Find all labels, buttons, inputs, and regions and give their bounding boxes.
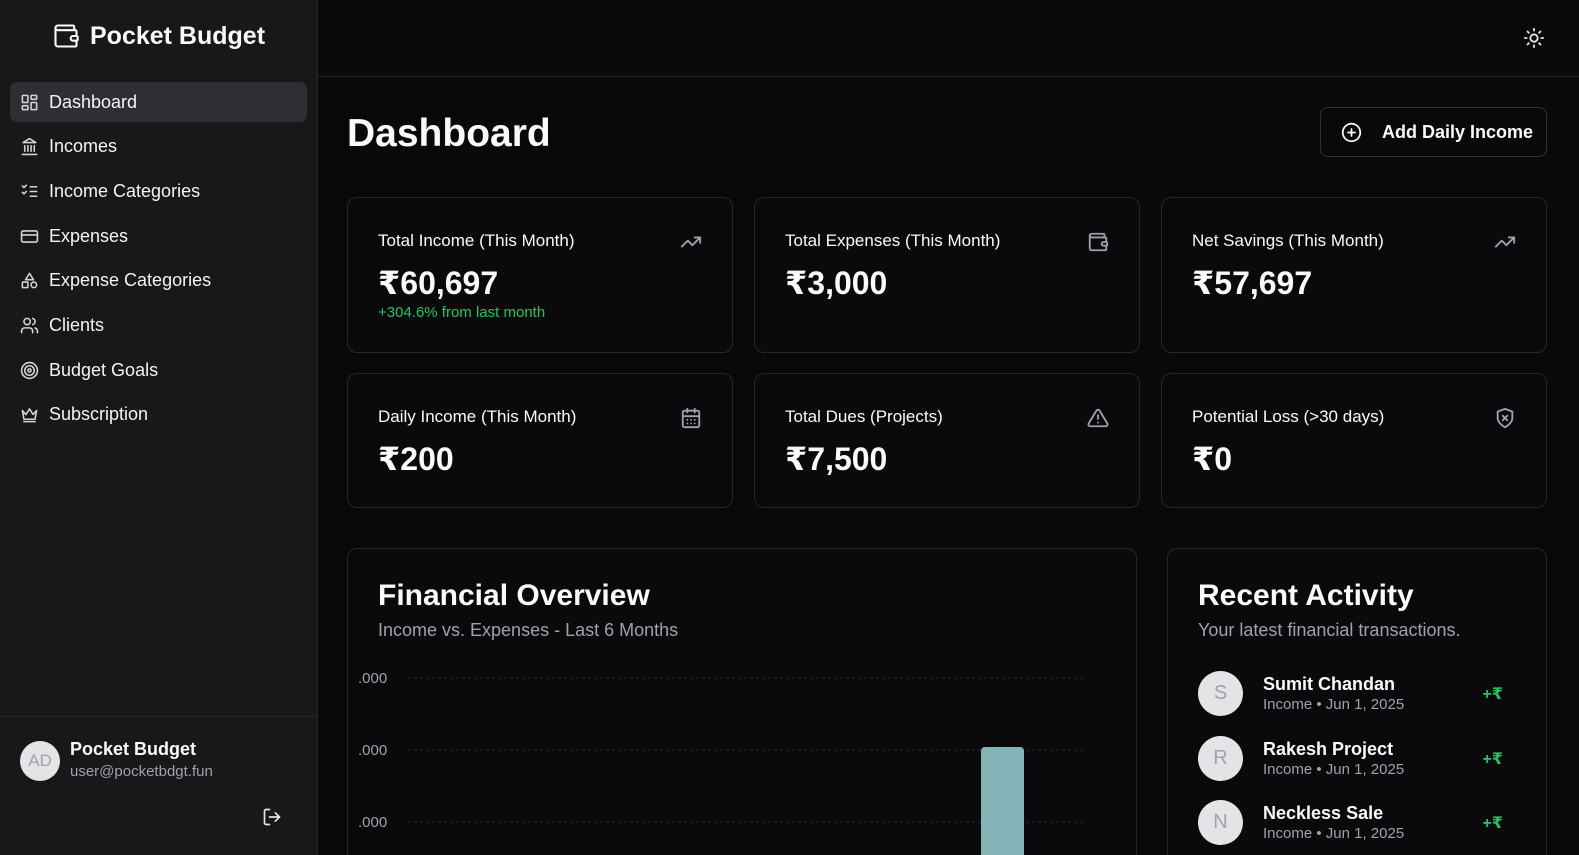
list-item[interactable]: R Rakesh Project Income • Jun 1, 2025 +₹ — [1198, 736, 1508, 786]
list-item[interactable]: S Sumit Chandan Income • Jun 1, 2025 +₹ — [1198, 671, 1508, 721]
chart-tick-label: .000 — [358, 670, 387, 687]
alert-triangle-icon — [1087, 407, 1109, 429]
crown-icon — [20, 405, 39, 424]
activity-meta: Income • Jun 1, 2025 — [1263, 696, 1405, 713]
stat-card-total-income: Total Income (This Month) ₹60,697 +304.6… — [347, 197, 733, 353]
logout-icon[interactable] — [262, 807, 282, 827]
sidebar-item-clients[interactable]: Clients — [10, 305, 307, 345]
avatar: S — [1198, 671, 1243, 716]
avatar: N — [1198, 800, 1243, 845]
recent-subtitle: Your latest financial transactions. — [1198, 620, 1461, 640]
trending-up-icon — [680, 231, 702, 253]
sidebar-item-subscription[interactable]: Subscription — [10, 395, 307, 435]
activity-amount: +₹ — [1482, 751, 1503, 768]
sidebar-item-label: Expenses — [49, 225, 129, 246]
users-icon — [20, 316, 39, 335]
avatar[interactable]: AD — [20, 741, 60, 781]
add-button-label: Add Daily Income — [1382, 121, 1534, 142]
add-daily-income-button[interactable]: Add Daily Income — [1320, 107, 1547, 157]
financial-overview-panel: Financial Overview Income vs. Expenses -… — [347, 548, 1137, 855]
stat-label: Net Savings (This Month) — [1192, 231, 1384, 250]
plus-circle-icon — [1341, 122, 1362, 143]
sidebar-item-expenses[interactable]: Expenses — [10, 216, 307, 256]
stat-change: +304.6% from last month — [378, 304, 546, 321]
stat-value: ₹3,000 — [785, 265, 888, 301]
page-title: Dashboard — [347, 112, 551, 155]
activity-name: Neckless Sale — [1263, 803, 1384, 823]
sidebar-item-dashboard[interactable]: Dashboard — [10, 82, 307, 122]
sidebar-item-incomes[interactable]: Incomes — [10, 127, 307, 167]
credit-card-icon — [20, 227, 39, 246]
sidebar-item-budget-goals[interactable]: Budget Goals — [10, 350, 307, 390]
stat-label: Total Expenses (This Month) — [785, 231, 1001, 250]
top-bar — [318, 0, 1579, 77]
chart-bar[interactable] — [981, 747, 1024, 855]
sidebar-item-label: Incomes — [49, 136, 118, 157]
sidebar-item-label: Clients — [49, 314, 105, 335]
chart-tick-label: .000 — [358, 814, 387, 831]
stat-value: ₹60,697 — [378, 265, 499, 301]
stat-label: Daily Income (This Month) — [378, 407, 577, 426]
calendar-icon — [680, 407, 702, 429]
stat-value: ₹7,500 — [785, 441, 888, 477]
target-icon — [20, 361, 39, 380]
sidebar-item-label: Subscription — [49, 404, 149, 425]
list-checks-icon — [20, 182, 39, 201]
user-name: Pocket Budget — [70, 739, 197, 759]
shield-x-icon — [1494, 407, 1516, 429]
app-name: Pocket Budget — [90, 21, 266, 50]
stat-card-total-expenses: Total Expenses (This Month) ₹3,000 — [754, 197, 1140, 353]
brand[interactable]: Pocket Budget — [52, 19, 265, 53]
wallet-icon — [1087, 231, 1109, 253]
sidebar-item-income-categories[interactable]: Income Categories — [10, 171, 307, 211]
sidebar-nav: Dashboard Incomes Income Categories Expe… — [10, 82, 307, 440]
user-email: user@pocketbdgt.fun — [70, 763, 213, 780]
activity-meta: Income • Jun 1, 2025 — [1263, 825, 1405, 842]
financial-overview-chart: .000 .000 .000 — [358, 670, 1083, 855]
stat-card-total-dues: Total Dues (Projects) ₹7,500 — [754, 373, 1140, 508]
stat-card-potential-loss: Potential Loss (>30 days) ₹0 — [1161, 373, 1547, 508]
list-item[interactable]: N Neckless Sale Income • Jun 1, 2025 +₹ — [1198, 800, 1508, 850]
stat-label: Potential Loss (>30 days) — [1192, 407, 1385, 426]
sidebar-item-label: Budget Goals — [49, 359, 159, 380]
recent-title: Recent Activity — [1198, 579, 1414, 612]
sidebar-item-label: Dashboard — [49, 91, 138, 112]
user-section: AD Pocket Budget user@pocketbdgt.fun — [0, 716, 318, 855]
sidebar-item-label: Income Categories — [49, 180, 201, 201]
shapes-icon — [20, 271, 39, 290]
wallet-icon — [52, 22, 80, 50]
stat-value: ₹200 — [378, 441, 454, 477]
stat-card-net-savings: Net Savings (This Month) ₹57,697 — [1161, 197, 1547, 353]
activity-amount: +₹ — [1482, 686, 1503, 703]
stat-value: ₹0 — [1192, 441, 1233, 477]
sidebar-item-label: Expense Categories — [49, 270, 212, 291]
recent-activity-panel: Recent Activity Your latest financial tr… — [1167, 548, 1547, 855]
stat-card-daily-income: Daily Income (This Month) ₹200 — [347, 373, 733, 508]
activity-name: Rakesh Project — [1263, 739, 1394, 759]
layout-grid-icon — [20, 93, 39, 112]
sun-icon[interactable] — [1523, 27, 1545, 49]
avatar: R — [1198, 736, 1243, 781]
sidebar: Pocket Budget Dashboard Incomes Income C… — [0, 0, 318, 855]
sidebar-item-expense-categories[interactable]: Expense Categories — [10, 261, 307, 301]
stat-label: Total Income (This Month) — [378, 231, 575, 250]
activity-name: Sumit Chandan — [1263, 674, 1396, 694]
activity-amount: +₹ — [1482, 815, 1503, 832]
chart-tick-label: .000 — [358, 742, 387, 759]
trending-up-icon — [1494, 231, 1516, 253]
stat-label: Total Dues (Projects) — [785, 407, 943, 426]
activity-meta: Income • Jun 1, 2025 — [1263, 761, 1405, 778]
bank-icon — [20, 137, 39, 156]
stat-value: ₹57,697 — [1192, 265, 1313, 301]
